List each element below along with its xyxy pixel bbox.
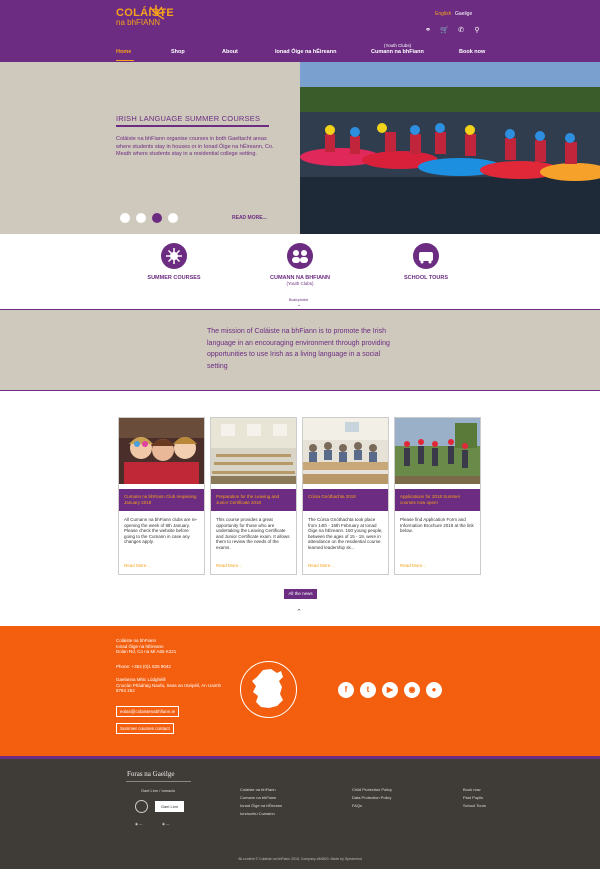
ireland-map-icon: [252, 669, 283, 708]
lang-gaeilge-link[interactable]: Gaeilge: [455, 11, 472, 17]
news-card-image: [303, 418, 388, 484]
nav-shop[interactable]: Shop: [171, 49, 185, 55]
slider-dot-3[interactable]: [152, 213, 162, 223]
bus-icon: [413, 243, 439, 269]
summer-contact-button[interactable]: Summer courses contact: [116, 723, 174, 734]
feature-label: SCHOOL TOURS: [403, 275, 449, 281]
hero-text: Coláiste na bhFiann organise courses in …: [116, 136, 274, 157]
feature-school-tours[interactable]: SCHOOL TOURS: [376, 243, 476, 281]
youtube-icon[interactable]: ▶: [382, 682, 398, 698]
news-card-body: This course provides a great opportunity…: [216, 517, 290, 550]
hero-title: IRISH LANGUAGE SUMMER COURSES: [116, 114, 261, 123]
cart-icon[interactable]: 🛒: [440, 27, 449, 35]
hero-kayak-photo: [300, 62, 600, 234]
snapchat-icon[interactable]: ●: [426, 682, 442, 698]
phone-icon[interactable]: ✆: [457, 27, 465, 35]
slider-dot-1[interactable]: [120, 213, 130, 223]
logo-sun-icon: [149, 5, 166, 20]
news-card-read-more[interactable]: Read More...: [124, 563, 150, 568]
facebook-icon[interactable]: f: [338, 682, 354, 698]
footer-address: Coláiste na bhFiann Ionad Óige na hÉirea…: [116, 638, 176, 655]
news-card[interactable]: Applications for 2018 Summer courses now…: [394, 417, 481, 575]
footer-link[interactable]: Coláiste na bhFiann: [240, 787, 276, 792]
news-card-title: Preparation for the Leaving and Junior C…: [211, 489, 296, 511]
news-card[interactable]: Preparation for the Leaving and Junior C…: [210, 417, 297, 575]
news-card-title: Cúrsa Gnóthachta 2018: [303, 489, 388, 511]
feature-sublabel: (Youth Clubs): [286, 281, 314, 286]
email-button[interactable]: eolas@colaistenabhfiann.ie: [116, 706, 180, 717]
news-card[interactable]: Cúrsa Gnóthachta 2018 The Cúrsa Gnóthach…: [302, 417, 389, 575]
footer-link[interactable]: Data Protection Policy: [352, 795, 391, 800]
slider-dot-4[interactable]: [168, 213, 178, 223]
nav-youth-clubs-label: (Youth Clubs): [384, 43, 412, 48]
chevron-down-icon[interactable]: ⌄: [297, 302, 301, 308]
partner-logo-icon: ◉ —: [135, 822, 143, 826]
government-seal-icon: [135, 800, 148, 813]
site-footer: [0, 756, 600, 869]
news-card-image: [119, 418, 204, 484]
footer-phone: Phone: +353 (0)1 825 9042: [116, 664, 171, 669]
foras-na-gaeilge-logo[interactable]: Foras na Gaeilge: [127, 770, 174, 778]
news-card-body: All Cumann na bhFiann clubs are re-openi…: [124, 517, 198, 544]
ireland-map-logo[interactable]: [240, 661, 297, 718]
slider-dot-2[interactable]: [136, 213, 146, 223]
footer-link[interactable]: Cumann na bhFiann: [240, 795, 276, 800]
footer-link[interactable]: Past Pupils: [463, 795, 483, 800]
lang-english-link[interactable]: English: [435, 11, 451, 17]
hero-read-more-link[interactable]: READ MORE...: [232, 215, 267, 221]
news-card-title: Cumann na bhFiann Club reopening January…: [119, 489, 204, 511]
footer-link[interactable]: Book now: [463, 787, 481, 792]
news-card-image: [211, 418, 296, 484]
feature-cumann[interactable]: CUMANN NA BHFIANN (Youth Clubs): [250, 243, 350, 286]
lock-icon[interactable]: ⚭: [424, 27, 432, 35]
chevron-up-icon[interactable]: ⌃: [296, 608, 302, 616]
gael-linn-logo[interactable]: Gael Linn: [155, 801, 184, 812]
all-news-button[interactable]: All the news: [284, 589, 317, 599]
news-card[interactable]: Cumann na bhFiann Club reopening January…: [118, 417, 205, 575]
news-card-read-more[interactable]: Read More...: [308, 563, 334, 568]
twitter-icon[interactable]: t: [360, 682, 376, 698]
hero-title-underline: [116, 125, 269, 127]
footer-link[interactable]: Ionduchtú Cumainn: [240, 811, 275, 816]
charity-line: 8784 252: [116, 688, 135, 693]
search-icon[interactable]: ⚲: [473, 27, 481, 35]
news-card-read-more[interactable]: Read More...: [216, 563, 242, 568]
news-card-body: The Cúrsa Gnóthachta took place from 14t…: [308, 517, 383, 550]
news-card-image: [395, 418, 480, 484]
nav-active-indicator: [116, 60, 134, 61]
footer-link[interactable]: FAQs: [352, 803, 362, 808]
nav-ionad-oige[interactable]: Ionad Óige na hÉireann: [275, 49, 336, 55]
footer-link[interactable]: School Tours: [463, 803, 486, 808]
partner-logo-icon: ◉ —: [162, 822, 170, 826]
news-card-read-more[interactable]: Read More...: [400, 563, 426, 568]
nav-cumann[interactable]: Cumann na bhFiann: [371, 49, 424, 55]
gael-text: Gael Linn / Iomadú: [141, 788, 175, 793]
feature-label: SUMMER COURSES: [147, 275, 201, 281]
address-line: Dolan Rd, Co na Mí A65 K221: [116, 649, 177, 654]
nav-book-now[interactable]: Book now: [459, 49, 485, 55]
footer-charity: Gaelanna Mhic Lúdghéill Cnocán Phádraig …: [116, 677, 246, 694]
sun-icon: [161, 243, 187, 269]
footer-link[interactable]: Ionad Óige na hÉireann: [240, 803, 282, 808]
footer-link[interactable]: Child Protection Policy: [352, 787, 392, 792]
news-card-title: Applications for 2018 Summer courses now…: [395, 489, 480, 511]
divider: [126, 781, 191, 782]
contact-footer: [0, 626, 600, 756]
news-card-body: Please find Application Form and Informa…: [400, 517, 474, 533]
feature-summer-courses[interactable]: SUMMER COURSES: [124, 243, 224, 281]
group-icon: [287, 243, 313, 269]
nav-home[interactable]: Home: [116, 49, 131, 55]
copyright-text: All content © Coláiste na bhFiann 2018, …: [238, 857, 362, 861]
mission-statement: The mission of Coláiste na bhFiann is to…: [207, 328, 390, 370]
instagram-icon[interactable]: ◉: [404, 682, 420, 698]
nav-about[interactable]: About: [222, 49, 238, 55]
